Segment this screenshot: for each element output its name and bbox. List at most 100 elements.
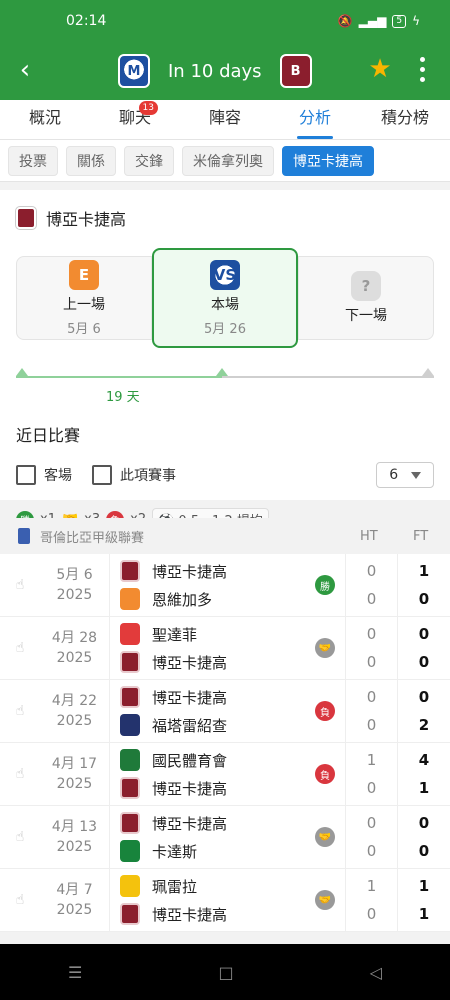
back-button[interactable]: ‹ xyxy=(10,54,40,86)
match-row[interactable]: ☝ 4月 28 2025 聖達菲 博亞卡捷高 🤝 00 00 xyxy=(0,617,450,680)
match-row[interactable]: ☝ 4月 17 2025 國民體育會 博亞卡捷高 負 10 41 xyxy=(0,743,450,806)
team-crest xyxy=(120,840,140,862)
fulltime-score: 10 xyxy=(398,554,450,616)
drag-handle-icon: ☝ xyxy=(15,766,25,782)
opponent-crest: E xyxy=(69,259,99,290)
score: 0 xyxy=(418,653,430,671)
team-crest xyxy=(120,560,140,582)
score: 1 xyxy=(418,779,430,797)
match-count-value: 6 xyxy=(389,467,399,483)
more-options-button[interactable] xyxy=(412,54,432,84)
subtab-h2h[interactable]: 交鋒 xyxy=(124,145,174,176)
team-name: 博亞卡捷高 xyxy=(152,653,228,672)
ht-header: HT xyxy=(360,528,378,544)
away-team: 博亞卡捷高 xyxy=(120,777,345,799)
tab-lineup[interactable]: 陣容 xyxy=(180,99,270,139)
subtab-vote[interactable]: 投票 xyxy=(8,145,58,176)
tab-label: 分析 xyxy=(298,108,331,127)
subtab-away-team[interactable]: 博亞卡捷高 xyxy=(282,145,374,176)
league-name: 哥倫比亞甲級聯賽 xyxy=(40,530,145,546)
timeline-tick xyxy=(216,368,228,376)
drag-handle-icon: ☝ xyxy=(15,703,25,719)
score: 2 xyxy=(418,716,430,734)
team-crest xyxy=(16,207,36,229)
fulltime-score: 11 xyxy=(398,869,450,931)
match-row[interactable]: ☝ 5月 6 2025 博亞卡捷高 恩維加多 勝 00 10 xyxy=(0,554,450,617)
score: 0 xyxy=(418,590,430,608)
home-team: 聖達菲 xyxy=(120,623,345,645)
mute-icon: 🔕 xyxy=(337,14,353,28)
home-icon[interactable]: □ xyxy=(218,963,233,982)
team-name: 福塔雷紹查 xyxy=(152,716,228,735)
signal-icon: ▂▄▆ xyxy=(358,14,387,28)
home-team: 珮雷拉 xyxy=(120,875,345,897)
score: 0 xyxy=(366,716,377,734)
fulltime-score: 02 xyxy=(398,680,450,742)
score: 0 xyxy=(366,653,377,671)
match-teams: 國民體育會 博亞卡捷高 負 xyxy=(110,743,346,805)
dot xyxy=(419,66,425,72)
status-time: 02:14 xyxy=(66,13,107,29)
team-name: 博亞卡捷高 xyxy=(152,905,228,924)
competition-filter-checkbox[interactable] xyxy=(92,465,112,485)
days-gap: 19 天 xyxy=(106,390,140,405)
fulltime-score: 00 xyxy=(398,617,450,679)
team-crest xyxy=(120,651,140,673)
score: 1 xyxy=(418,877,430,895)
back-icon[interactable]: ◁ xyxy=(370,963,382,982)
away-team: 卡達斯 xyxy=(120,840,345,862)
score: 0 xyxy=(418,625,430,643)
match-row[interactable]: ☝ 4月 7 2025 珮雷拉 博亞卡捷高 🤝 10 11 xyxy=(0,869,450,932)
score: 0 xyxy=(366,905,377,923)
match-day: 5月 6 xyxy=(56,567,93,583)
halftime-score: 10 xyxy=(346,743,398,805)
team-header: 博亞卡捷高 xyxy=(0,204,450,232)
match-year: 2025 xyxy=(56,902,93,918)
subtab-relation[interactable]: 關係 xyxy=(66,145,116,176)
status-bar: 02:14 🔕 ▂▄▆ 5 ϟ xyxy=(0,0,450,42)
tab-standings[interactable]: 積分榜 xyxy=(360,99,450,139)
team-crest xyxy=(120,686,140,708)
subtab-home-team[interactable]: 米倫拿列奧 xyxy=(182,145,274,176)
match-row[interactable]: ☝ 4月 13 2025 博亞卡捷高 卡達斯 🤝 00 00 xyxy=(0,806,450,869)
prev-match-card[interactable]: E 上一場 5月 6 xyxy=(16,256,152,340)
match-date: 4月 22 2025 xyxy=(40,680,110,742)
team-name: 博亞卡捷高 xyxy=(152,779,228,798)
fulltime-score: 00 xyxy=(398,806,450,868)
menu-icon[interactable]: ☰ xyxy=(68,963,82,982)
drag-handle-icon: ☝ xyxy=(15,829,25,845)
halftime-score: 10 xyxy=(346,869,398,931)
timeline-tick xyxy=(16,368,28,376)
score: 0 xyxy=(366,562,377,580)
match-row[interactable]: ☝ 4月 22 2025 博亞卡捷高 福塔雷紹查 負 00 02 xyxy=(0,680,450,743)
tab-overview[interactable]: 概況 xyxy=(0,99,90,139)
league-icon xyxy=(18,528,30,544)
team-name: 博亞卡捷高 xyxy=(46,210,127,229)
team-name: 博亞卡捷高 xyxy=(152,814,228,833)
score: 0 xyxy=(418,814,430,832)
fulltime-score: 41 xyxy=(398,743,450,805)
score: 0 xyxy=(418,688,430,706)
dot xyxy=(419,76,425,82)
match-count-select[interactable]: 6 xyxy=(376,462,434,488)
match-date: 4月 28 2025 xyxy=(40,617,110,679)
current-match-card[interactable]: VS 本場 5月 26 xyxy=(152,248,298,348)
next-label: 下一場 xyxy=(345,308,387,324)
timeline-tick xyxy=(422,368,434,376)
tab-chat[interactable]: 聊天 13 xyxy=(90,99,180,139)
favorite-button[interactable]: ★ xyxy=(366,54,394,84)
competition-filter-label: 此項賽事 xyxy=(120,468,176,484)
home-team-crest: M xyxy=(118,54,150,88)
tab-analysis[interactable]: 分析 xyxy=(270,99,360,139)
team-crest xyxy=(120,875,140,897)
team-crest xyxy=(120,812,140,834)
score: 1 xyxy=(418,905,430,923)
chat-badge: 13 xyxy=(138,101,158,115)
away-filter-checkbox[interactable] xyxy=(16,465,36,485)
opponent-crest: VS xyxy=(210,259,240,290)
team-name: 博亞卡捷高 xyxy=(152,688,228,707)
match-date: 5月 6 2025 xyxy=(40,554,110,616)
timeline-progress xyxy=(16,376,222,378)
next-match-card[interactable]: ? 下一場 xyxy=(298,256,434,340)
match-title: M In 10 days B xyxy=(118,54,312,88)
